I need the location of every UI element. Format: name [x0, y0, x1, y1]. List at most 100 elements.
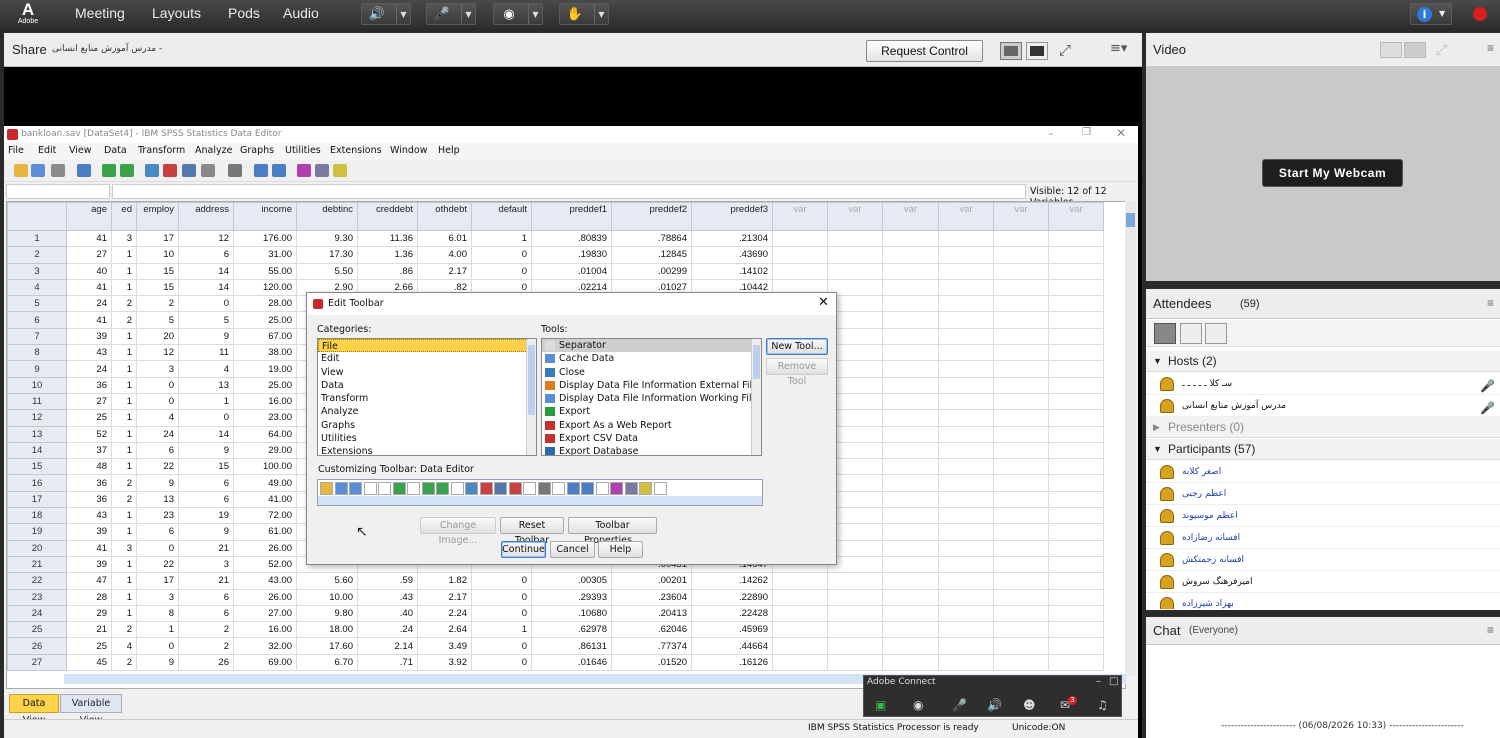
split-file-icon[interactable] [297, 164, 311, 177]
data-cell[interactable]: 15 [136, 262, 179, 280]
screen-share-icon[interactable]: ▣ [875, 698, 886, 712]
start-webcam-button[interactable]: Start My Webcam [1262, 159, 1403, 187]
data-cell[interactable]: 2 [111, 474, 137, 492]
data-cell[interactable]: 2 [111, 653, 137, 672]
restore-icon[interactable]: □ [1109, 676, 1118, 687]
data-cell[interactable]: 1 [111, 262, 137, 280]
row-number[interactable]: 11 [7, 392, 67, 411]
webcam-button[interactable]: ◉ ▼ [493, 3, 543, 25]
host-row[interactable]: سـ کلا ـ ـ ـ ـ ـ 🎤 [1146, 373, 1500, 395]
data-cell[interactable] [772, 572, 828, 590]
data-cell[interactable] [882, 327, 939, 346]
toolbar-slot-icon[interactable] [334, 482, 348, 495]
data-cell[interactable] [938, 507, 994, 525]
data-cell[interactable] [1048, 425, 1104, 443]
data-cell[interactable]: .21304 [691, 229, 773, 248]
status-view-icon[interactable] [1205, 323, 1227, 344]
participant-row[interactable]: اعظم موسیوند [1146, 505, 1500, 527]
toolbar-slot-icon[interactable] [320, 482, 333, 495]
data-cell[interactable]: 23.00 [233, 409, 297, 427]
category-item[interactable]: View [318, 366, 536, 379]
data-cell[interactable]: .86131 [531, 637, 612, 655]
toolbar-slot-icon[interactable] [595, 482, 609, 495]
tab-data-view[interactable]: Data View [9, 694, 59, 726]
data-cell[interactable]: .40 [357, 604, 418, 623]
request-control-button[interactable]: Request Control [866, 40, 983, 62]
row-number[interactable]: 10 [7, 376, 67, 394]
toolbar-slot-icon[interactable] [421, 482, 435, 495]
data-cell[interactable]: 1.36 [357, 246, 418, 264]
close-icon[interactable]: ✕ [1116, 126, 1126, 140]
data-cell[interactable]: 0 [178, 409, 234, 427]
data-cell[interactable]: 1 [471, 229, 532, 248]
data-cell[interactable] [882, 262, 939, 280]
data-cell[interactable]: 0 [471, 653, 532, 672]
customizing-toolbar-strip[interactable] [317, 479, 763, 506]
data-cell[interactable] [827, 246, 883, 264]
toolbar-slot-icon[interactable] [552, 482, 565, 495]
empty-variable-header[interactable]: var [772, 202, 828, 231]
category-item[interactable]: Graphs [318, 419, 536, 432]
data-cell[interactable] [1048, 278, 1104, 297]
pod-menu-icon[interactable]: ≡ [1487, 623, 1494, 637]
data-cell[interactable]: 27 [66, 246, 112, 264]
data-cell[interactable]: 1 [111, 604, 137, 623]
data-cell[interactable]: 9 [178, 523, 234, 541]
row-number[interactable]: 6 [7, 311, 67, 329]
data-cell[interactable]: 25.00 [233, 311, 297, 329]
data-cell[interactable]: 1 [111, 360, 137, 378]
data-cell[interactable] [1048, 523, 1104, 541]
data-cell[interactable]: 6 [178, 474, 234, 492]
cancel-button[interactable]: Cancel [550, 541, 595, 558]
data-cell[interactable]: 6.70 [296, 653, 358, 672]
data-cell[interactable]: 2 [136, 295, 179, 313]
spss-menu-help[interactable]: Help [438, 145, 460, 156]
data-cell[interactable] [1048, 295, 1104, 313]
pod-menu-icon[interactable]: ≡ [1487, 296, 1494, 310]
participant-row[interactable]: افسانه رضازاده [1146, 527, 1500, 549]
data-cell[interactable]: .14262 [691, 572, 773, 590]
help-button[interactable]: Help [598, 541, 643, 558]
presenters-section[interactable]: ▶ Presenters (0) [1146, 417, 1500, 438]
data-cell[interactable]: 4 [136, 409, 179, 427]
data-cell[interactable] [1048, 327, 1104, 346]
column-header-othdebt[interactable]: othdebt [417, 202, 472, 231]
data-cell[interactable] [882, 409, 939, 427]
menu-pods[interactable]: Pods [228, 5, 260, 21]
data-cell[interactable]: .80839 [531, 229, 612, 248]
tool-item[interactable]: Export Database [542, 445, 761, 455]
data-cell[interactable]: 100.00 [233, 458, 297, 476]
data-cell[interactable] [993, 474, 1049, 492]
data-cell[interactable] [993, 604, 1049, 623]
empty-variable-header[interactable]: var [827, 202, 883, 231]
row-number[interactable]: 20 [7, 539, 67, 557]
data-cell[interactable]: .71 [357, 653, 418, 672]
tool-item[interactable]: Close [542, 366, 761, 379]
microphone-button[interactable]: 🎤 ▼ [426, 3, 476, 25]
toolbar-properties-button[interactable]: Toolbar Properties... [568, 517, 657, 546]
data-cell[interactable]: 48 [66, 458, 112, 476]
data-cell[interactable]: 3 [178, 555, 234, 574]
data-cell[interactable] [882, 392, 939, 411]
row-number[interactable]: 26 [7, 637, 67, 655]
row-number[interactable]: 2 [7, 246, 67, 264]
fullscreen-icon[interactable]: ⤢ [1059, 41, 1071, 59]
data-cell[interactable]: 0 [471, 572, 532, 590]
data-cell[interactable] [827, 653, 883, 672]
data-cell[interactable]: 13 [136, 490, 179, 509]
data-cell[interactable] [882, 441, 939, 460]
category-item[interactable]: Utilities [318, 432, 536, 445]
data-cell[interactable]: 1 [111, 507, 137, 525]
data-cell[interactable] [882, 588, 939, 606]
data-cell[interactable] [938, 637, 994, 655]
data-cell[interactable]: .10680 [531, 604, 612, 623]
data-cell[interactable]: 6 [178, 588, 234, 606]
data-cell[interactable]: 9 [178, 441, 234, 460]
data-cell[interactable] [993, 295, 1049, 313]
tool-item[interactable]: Export As a Web Report [542, 419, 761, 432]
data-cell[interactable] [938, 474, 994, 492]
data-cell[interactable]: 9 [136, 653, 179, 672]
data-cell[interactable] [1048, 653, 1104, 672]
column-header-employ[interactable]: employ [136, 202, 179, 231]
data-cell[interactable]: 39 [66, 523, 112, 541]
